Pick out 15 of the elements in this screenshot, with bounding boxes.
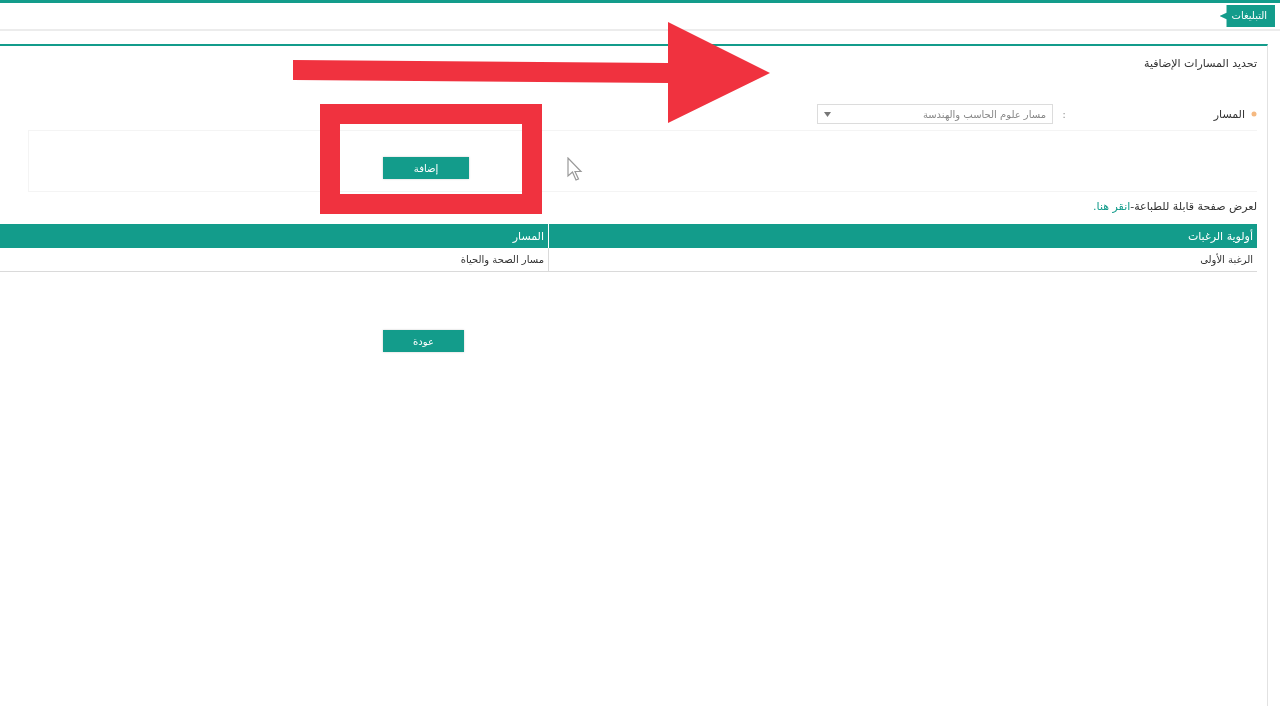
label-separator: : bbox=[1061, 107, 1067, 121]
column-header: المسار bbox=[0, 224, 549, 248]
table-cell: مسار الصحة والحياة bbox=[0, 248, 549, 272]
column-header: أولوية الرغبات bbox=[548, 224, 1257, 248]
print-link[interactable]: انقر هنا. bbox=[1093, 200, 1131, 213]
table-cell: الرغبة الأولى bbox=[548, 248, 1257, 272]
section-title: تحديد المسارات الإضافية bbox=[1143, 56, 1257, 72]
field-label: المسار bbox=[1212, 107, 1245, 121]
cursor-icon bbox=[567, 157, 583, 181]
add-button[interactable]: إضافة bbox=[383, 157, 469, 179]
section-tab[interactable]: التبليغات bbox=[1219, 5, 1275, 27]
caret-icon bbox=[824, 111, 831, 117]
back-button[interactable]: عودة bbox=[383, 330, 464, 352]
print-note: لعرض صفحة قابلة للطباعة-انقر هنا. bbox=[1092, 199, 1257, 215]
track-dropdown[interactable]: مسار علوم الحاسب والهندسة bbox=[817, 104, 1053, 124]
